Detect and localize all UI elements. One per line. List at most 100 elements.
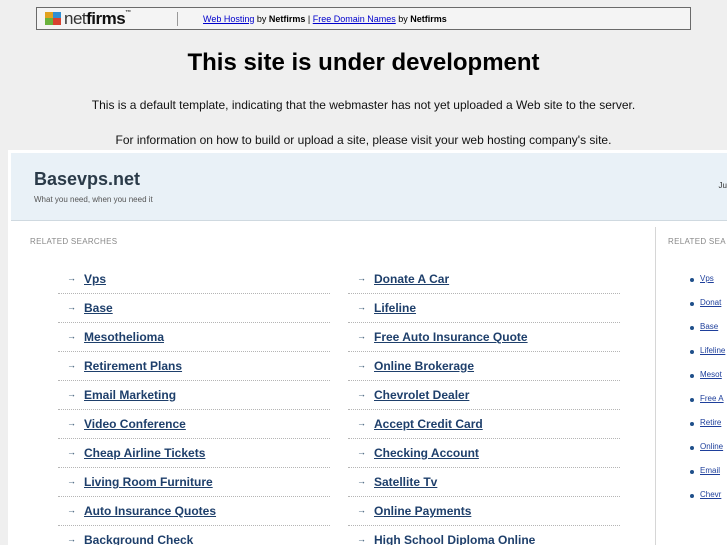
search-item[interactable]: → High School Diploma Online — [348, 526, 620, 545]
search-item[interactable]: → Accept Credit Card — [348, 410, 620, 439]
sidebar-search-item[interactable]: Mesot — [690, 370, 727, 394]
hosting-info-note: For information on how to build or uploa… — [115, 133, 612, 147]
site-tagline: What you need, when you need it — [34, 195, 153, 204]
search-link[interactable]: Online Brokerage — [374, 359, 474, 373]
search-link[interactable]: Checking Account — [374, 446, 479, 460]
header-right-text: Ju — [718, 181, 727, 190]
netfirms-logo-icon — [45, 12, 61, 25]
sidebar-search-item[interactable]: Retire — [690, 418, 727, 442]
search-item[interactable]: → Lifeline — [348, 294, 620, 323]
search-item[interactable]: → Retirement Plans — [58, 352, 330, 381]
search-item[interactable]: → Base — [58, 294, 330, 323]
bullet-icon — [690, 470, 694, 474]
default-template-note: This is a default template, indicating t… — [91, 98, 636, 112]
arrow-right-icon: → — [67, 302, 76, 312]
sidebar-search-item[interactable]: Free A — [690, 394, 727, 418]
arrow-right-icon: → — [67, 476, 76, 486]
arrow-right-icon: → — [357, 447, 366, 457]
sidebar-search-link[interactable]: Retire — [700, 418, 721, 427]
search-item[interactable]: → Vps — [58, 265, 330, 294]
arrow-right-icon: → — [357, 418, 366, 428]
search-item[interactable]: → Mesothelioma — [58, 323, 330, 352]
search-link[interactable]: Lifeline — [374, 301, 416, 315]
sidebar-search-link[interactable]: Chevr — [700, 490, 721, 499]
sidebar-search-item[interactable]: Lifeline — [690, 346, 727, 370]
search-link[interactable]: Retirement Plans — [84, 359, 182, 373]
search-link[interactable]: Donate A Car — [374, 272, 449, 286]
search-link[interactable]: Email Marketing — [84, 388, 176, 402]
search-link[interactable]: Vps — [84, 272, 106, 286]
search-item[interactable]: → Online Brokerage — [348, 352, 620, 381]
search-item[interactable]: → Online Payments — [348, 497, 620, 526]
search-item[interactable]: → Auto Insurance Quotes — [58, 497, 330, 526]
sidebar-search-item[interactable]: Base — [690, 322, 727, 346]
search-link[interactable]: Cheap Airline Tickets — [84, 446, 205, 460]
page-title: This site is under development — [187, 49, 540, 76]
bullet-icon — [690, 494, 694, 498]
arrow-right-icon: → — [67, 360, 76, 370]
bullet-icon — [690, 446, 694, 450]
bullet-icon — [690, 350, 694, 354]
search-link[interactable]: Free Auto Insurance Quote — [374, 330, 528, 344]
arrow-right-icon: → — [67, 447, 76, 457]
banner-links: Web Hosting by Netfirms | Free Domain Na… — [203, 13, 447, 24]
arrow-right-icon: → — [357, 331, 366, 341]
search-link[interactable]: Living Room Furniture — [84, 475, 213, 489]
column-divider — [655, 227, 656, 545]
sidebar-search-link[interactable]: Email — [700, 466, 720, 475]
sidebar-search-link[interactable]: Free A — [700, 394, 724, 403]
sidebar-search-item[interactable]: Chevr — [690, 490, 727, 514]
web-hosting-link[interactable]: Web Hosting — [203, 14, 254, 24]
sidebar-search-link[interactable]: Mesot — [700, 370, 722, 379]
search-item[interactable]: → Satellite Tv — [348, 468, 620, 497]
arrow-right-icon: → — [357, 302, 366, 312]
sidebar-search-item[interactable]: Online — [690, 442, 727, 466]
arrow-right-icon: → — [67, 418, 76, 428]
sidebar-search-link[interactable]: Lifeline — [700, 346, 725, 355]
search-item[interactable]: → Chevrolet Dealer — [348, 381, 620, 410]
sidebar-search-item[interactable]: Email — [690, 466, 727, 490]
sidebar-search-item[interactable]: Donat — [690, 298, 727, 322]
search-link[interactable]: Chevrolet Dealer — [374, 388, 469, 402]
sidebar-search-link[interactable]: Base — [700, 322, 718, 331]
related-searches-column-1: → Vps → Base → Mesothelioma → Retirement Pla… — [58, 265, 330, 545]
search-link[interactable]: Auto Insurance Quotes — [84, 504, 216, 518]
search-item[interactable]: → Checking Account — [348, 439, 620, 468]
sidebar-search-link[interactable]: Online — [700, 442, 723, 451]
search-link[interactable]: Background Check — [84, 533, 193, 545]
search-link[interactable]: Satellite Tv — [374, 475, 437, 489]
bullet-icon — [690, 278, 694, 282]
arrow-right-icon: → — [357, 476, 366, 486]
search-item[interactable]: → Free Auto Insurance Quote — [348, 323, 620, 352]
related-searches-side-label: RELATED SEA — [668, 237, 726, 246]
site-name: Basevps.net — [34, 169, 141, 189]
search-item[interactable]: → Living Room Furniture — [58, 468, 330, 497]
arrow-right-icon: → — [357, 505, 366, 515]
arrow-right-icon: → — [67, 534, 76, 544]
search-link[interactable]: Mesothelioma — [84, 330, 164, 344]
search-item[interactable]: → Video Conference — [58, 410, 330, 439]
search-link[interactable]: Base — [84, 301, 113, 315]
parked-header: Basevps.net What you need, when you need… — [11, 153, 727, 221]
related-searches-label: RELATED SEARCHES — [30, 237, 118, 246]
search-item[interactable]: → Cheap Airline Tickets — [58, 439, 330, 468]
search-item[interactable]: → Email Marketing — [58, 381, 330, 410]
search-item[interactable]: → Background Check — [58, 526, 330, 545]
search-item[interactable]: → Donate A Car — [348, 265, 620, 294]
netfirms-logo[interactable]: netfirms™ — [37, 8, 177, 29]
search-link[interactable]: High School Diploma Online — [374, 533, 535, 545]
sidebar-search-item[interactable]: Vps — [690, 274, 727, 298]
free-domain-names-link[interactable]: Free Domain Names — [313, 14, 396, 24]
search-link[interactable]: Video Conference — [84, 417, 186, 431]
bullet-icon — [690, 374, 694, 378]
related-searches-sidebar: Vps Donat Base Lifeline Mesot Free A Ret… — [690, 274, 727, 514]
arrow-right-icon: → — [357, 534, 366, 544]
banner-separator — [177, 11, 178, 26]
netfirms-banner: netfirms™ Web Hosting by Netfirms | Free… — [36, 7, 691, 30]
arrow-right-icon: → — [67, 389, 76, 399]
search-link[interactable]: Accept Credit Card — [374, 417, 483, 431]
sidebar-search-link[interactable]: Donat — [700, 298, 721, 307]
search-link[interactable]: Online Payments — [374, 504, 471, 518]
sidebar-search-link[interactable]: Vps — [700, 274, 714, 283]
bullet-icon — [690, 422, 694, 426]
